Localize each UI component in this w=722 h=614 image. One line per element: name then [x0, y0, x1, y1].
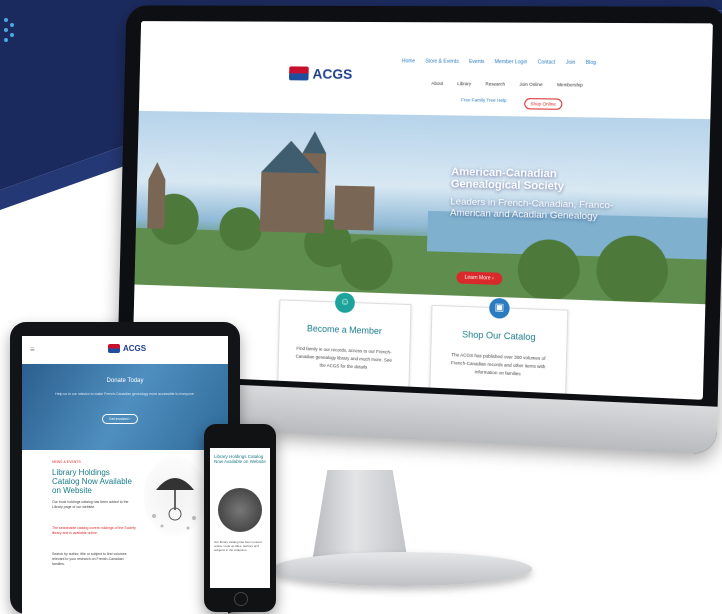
flag-icon — [288, 66, 309, 81]
main-nav: About Library Research Join Online Membe… — [431, 81, 583, 88]
cart-icon: ▣ — [488, 297, 510, 319]
top-nav-blog[interactable]: Blog — [586, 60, 597, 66]
tablet-logo[interactable]: ACGS — [108, 344, 146, 353]
hero-landscape-image — [134, 131, 713, 306]
flag-icon — [108, 344, 120, 353]
main-nav-join-online[interactable]: Join Online — [519, 82, 542, 87]
phone-article-text: Our library catalog has been posted onli… — [214, 540, 262, 552]
get-involved-button[interactable]: Get involved › — [102, 414, 138, 424]
top-nav-join[interactable]: Join — [566, 60, 576, 66]
shop-catalog-card[interactable]: ▣ Shop Our Catalog The ACGS has publishe… — [428, 297, 569, 400]
news-kicker: NEWS & EVENTS — [52, 460, 81, 464]
phone-article-title[interactable]: Library Holdings Catalog Now Available o… — [214, 454, 266, 464]
top-nav-member-login[interactable]: Member Login — [495, 59, 528, 65]
top-nav-contact[interactable]: Contact — [538, 59, 556, 65]
become-member-card[interactable]: ☺ Become a Member Find family in our rec… — [276, 292, 412, 400]
main-nav-about[interactable]: About — [431, 81, 443, 86]
top-nav: Home Store & Events Events Member Login … — [402, 58, 596, 66]
monitor-stand-neck — [312, 470, 408, 562]
article-title[interactable]: Library Holdings Catalog Now Available o… — [52, 468, 132, 495]
hamburger-menu-icon[interactable]: ≡ — [30, 345, 35, 354]
logo-text: ACGS — [312, 65, 353, 82]
tablet-screen: ≡ ACGS Donate Today Help us in our missi… — [22, 336, 228, 614]
learn-more-button[interactable]: Learn More › — [456, 271, 503, 285]
logo-text: ACGS — [123, 344, 147, 353]
top-nav-home[interactable]: Home — [402, 58, 416, 64]
article-paragraph: The searchable catalog covers holdings o… — [52, 526, 136, 535]
hero-subtitle: Leaders in French-Canadian, Franco-Ameri… — [449, 196, 614, 223]
donate-text: Help us in our mission to make French-Ca… — [55, 392, 195, 396]
group-photo — [218, 488, 262, 532]
card-title: Become a Member — [306, 323, 383, 337]
card-title: Shop Our Catalog — [461, 329, 536, 343]
monitor-stand-base — [272, 552, 532, 586]
card-text: Find family in our records, access to ou… — [295, 345, 393, 370]
top-nav-events[interactable]: Events — [469, 59, 485, 65]
card-text: The ACGS has published over 300 volumes … — [450, 352, 546, 377]
home-button-icon[interactable] — [234, 592, 248, 606]
main-nav-research[interactable]: Research — [485, 81, 505, 86]
hero-banner: American-Canadian Genealogical Society L… — [134, 110, 713, 306]
donate-title: Donate Today — [106, 378, 144, 384]
tablet-header: ≡ ACGS — [22, 336, 228, 365]
donate-banner: Donate Today Help us in our mission to m… — [22, 364, 228, 450]
article-paragraph: Search by author, title or subject to fi… — [52, 552, 127, 566]
phone-screen: Library Holdings Catalog Now Available o… — [210, 448, 270, 588]
umbrella-illustration — [144, 456, 206, 536]
site-header: ACGS Home Store & Events Events Member L… — [138, 21, 713, 120]
top-nav-store-events[interactable]: Store & Events — [425, 59, 459, 65]
main-nav-library[interactable]: Library — [457, 81, 471, 86]
site-logo[interactable]: ACGS — [288, 65, 353, 82]
article-paragraph: Our book holdings catalog has been added… — [52, 500, 129, 509]
shop-online-button[interactable]: Shop Online — [524, 98, 563, 110]
person-icon: ☺ — [334, 292, 356, 314]
main-nav-membership[interactable]: Membership — [557, 82, 583, 87]
family-tree-help-link[interactable]: Free Family Tree Help — [461, 97, 506, 103]
hero-title: American-Canadian Genealogical Society — [450, 165, 565, 193]
phone-device: Library Holdings Catalog Now Available o… — [204, 424, 276, 612]
